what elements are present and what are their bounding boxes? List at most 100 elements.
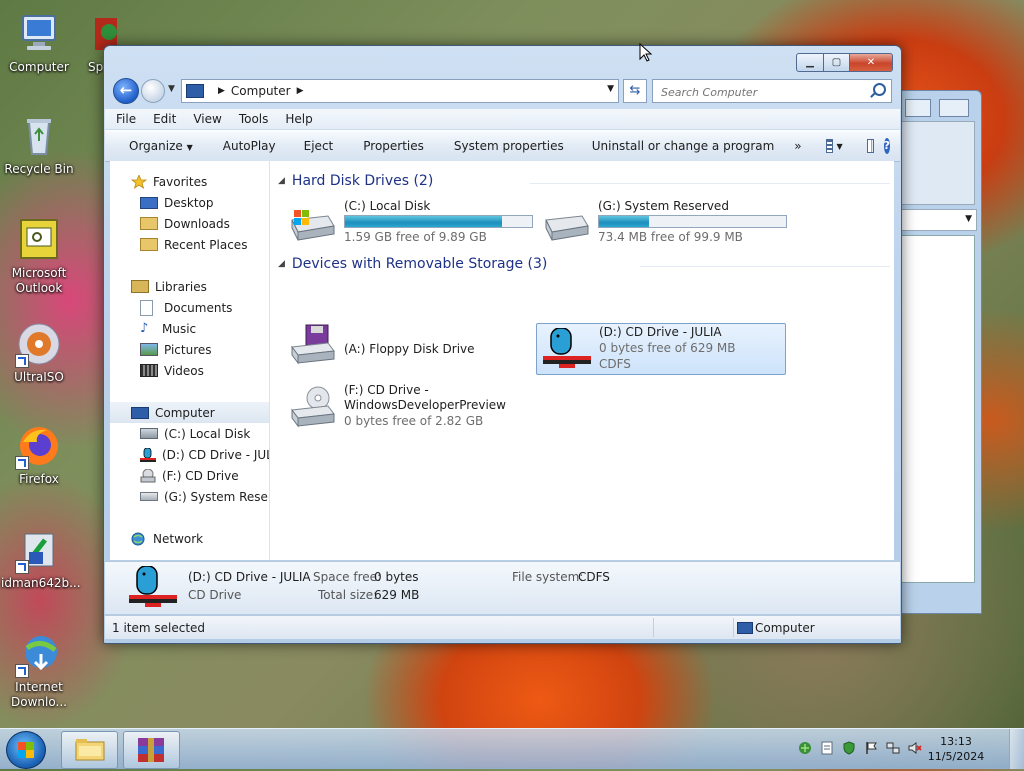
search-box[interactable] [652, 79, 892, 103]
network-connection-icon[interactable] [886, 741, 900, 755]
system-properties-button[interactable]: System properties [436, 139, 576, 153]
autoplay-button[interactable]: AutoPlay [205, 139, 288, 153]
start-button[interactable] [6, 731, 46, 769]
drive-free-space: 1.59 GB free of 9.89 GB [344, 230, 487, 244]
nav-item-pictures[interactable]: Pictures [110, 339, 269, 360]
hard-drive-icon [140, 428, 158, 439]
maximize-icon: ▢ [831, 57, 842, 68]
desktop-icon-label: Recycle Bin [4, 162, 74, 176]
recent-pages-dropdown[interactable]: ▼ [168, 84, 175, 94]
computer-icon [737, 622, 753, 634]
background-window-dropdown[interactable]: ▼ [901, 209, 977, 231]
drive-tile-d-cd-julia[interactable]: (D:) CD Drive - JULIA 0 bytes free of 62… [536, 323, 786, 375]
nav-favorites-group: Favorites Desktop Downloads Recent Place… [110, 171, 269, 255]
preview-pane-icon[interactable] [866, 139, 874, 153]
taskbar-winrar-button[interactable] [123, 731, 180, 769]
nav-item-downloads[interactable]: Downloads [110, 213, 269, 234]
desktop-icon-idm[interactable]: Internet Downlo... [1, 632, 77, 710]
group-header-hard-disk-drives[interactable]: ◢ Hard Disk Drives (2) [278, 173, 433, 189]
desktop-icon-label: UltraISO [14, 370, 64, 384]
clock-time: 13:13 [940, 735, 972, 748]
menu-tools[interactable]: Tools [239, 112, 269, 126]
maximize-icon[interactable] [905, 99, 931, 117]
documents-icon [140, 299, 153, 316]
network-status-icon[interactable] [798, 741, 812, 755]
drive-tile-g-system-reserved[interactable]: (G:) System Reserved 73.4 MB free of 99.… [536, 198, 787, 248]
drive-usage-fill [599, 216, 650, 227]
nav-item-cd-drive-d[interactable]: (D:) CD Drive - JULIA [110, 444, 269, 465]
address-bar[interactable]: ▶ Computer ▶ ▼ [181, 79, 619, 103]
menu-edit[interactable]: Edit [153, 112, 176, 126]
chevron-down-icon[interactable]: ▼ [837, 142, 843, 151]
details-total-size-value: 629 MB [374, 588, 420, 602]
menu-help[interactable]: Help [285, 112, 312, 126]
shield-icon[interactable] [842, 741, 856, 755]
nav-item-local-disk-c[interactable]: (C:) Local Disk [110, 423, 269, 444]
change-view-icon[interactable] [825, 139, 833, 153]
flag-icon[interactable] [864, 741, 878, 755]
back-button[interactable]: ← [113, 78, 139, 104]
nav-libraries[interactable]: Libraries [110, 276, 269, 297]
cd-drive-icon [288, 386, 336, 428]
clock-date: 11/5/2024 [927, 750, 985, 763]
menu-file[interactable]: File [116, 112, 136, 126]
nav-item-music[interactable]: ♪ Music [110, 318, 269, 339]
desktop-icon-computer[interactable]: Computer [1, 12, 77, 75]
drive-tile-c-local-disk[interactable]: (C:) Local Disk 1.59 GB free of 9.89 GB [282, 198, 533, 248]
close-button[interactable]: ✕ [850, 53, 893, 72]
organize-button[interactable]: Organize ▼ [105, 139, 205, 153]
chevron-down-icon[interactable]: ▼ [607, 84, 614, 94]
forward-button[interactable] [141, 79, 165, 103]
volume-muted-icon[interactable] [908, 741, 922, 755]
properties-button[interactable]: Properties [345, 139, 436, 153]
eject-button[interactable]: Eject [288, 139, 346, 153]
breadcrumb-arrow-icon[interactable]: ▶ [297, 86, 304, 96]
nav-item-recent-places[interactable]: Recent Places [110, 234, 269, 255]
desktop-icon-firefox[interactable]: Firefox [1, 424, 77, 487]
collapse-triangle-icon[interactable]: ◢ [278, 176, 285, 186]
nav-item-system-reserved-g[interactable]: (G:) System Reserved [110, 486, 269, 507]
minimize-button[interactable]: ▁ [796, 53, 824, 72]
close-icon[interactable] [939, 99, 969, 117]
firefox-icon [15, 424, 61, 470]
desktop-icon-idman[interactable]: idman642b... [1, 528, 81, 591]
taskbar-clock[interactable]: 13:13 11/5/2024 [926, 734, 986, 764]
explorer-window[interactable]: ▁ ▢ ✕ ← ▼ ▶ Computer ▶ ▼ ⇆ File Edit Vie… [103, 45, 902, 644]
collapse-triangle-icon[interactable]: ◢ [278, 259, 285, 269]
group-header-removable-storage[interactable]: ◢ Devices with Removable Storage (3) [278, 256, 547, 272]
refresh-button[interactable]: ⇆ [623, 79, 647, 103]
nav-network[interactable]: Network [110, 528, 269, 549]
desktop-icon-outlook[interactable]: Microsoft Outlook [1, 218, 77, 296]
desktop-icon-recycle-bin[interactable]: Recycle Bin [1, 114, 77, 177]
taskbar-explorer-button[interactable] [61, 731, 118, 769]
details-space-free-label: Space free: [313, 570, 382, 584]
help-icon[interactable]: ? [883, 138, 890, 154]
nav-item-videos[interactable]: Videos [110, 360, 269, 381]
search-input[interactable] [659, 82, 863, 102]
minimize-icon: ▁ [806, 57, 814, 68]
maximize-button[interactable]: ▢ [824, 53, 850, 72]
nav-computer[interactable]: Computer [110, 402, 269, 423]
nav-item-cd-drive-f[interactable]: (F:) CD Drive [110, 465, 269, 486]
back-arrow-icon: ← [119, 81, 133, 99]
search-icon[interactable] [873, 83, 886, 96]
nav-favorites[interactable]: Favorites [110, 171, 269, 192]
nav-item-desktop[interactable]: Desktop [110, 192, 269, 213]
star-icon [130, 173, 148, 189]
refresh-icon: ⇆ [629, 83, 641, 98]
document-icon[interactable] [820, 741, 834, 755]
desktop-icon-label: Firefox [19, 472, 59, 486]
background-window[interactable]: ▼ [890, 90, 982, 614]
drive-tile-a-floppy[interactable]: (A:) Floppy Disk Drive [282, 324, 532, 375]
breadcrumb-arrow-icon[interactable]: ▶ [218, 86, 225, 96]
close-icon: ✕ [866, 57, 876, 68]
shortcut-arrow-icon [15, 560, 29, 574]
desktop-icon-ultraiso[interactable]: UltraISO [1, 322, 77, 385]
breadcrumb-computer[interactable]: Computer [231, 84, 291, 98]
more-commands-button[interactable]: » [786, 139, 813, 153]
show-desktop-button[interactable] [1009, 729, 1024, 769]
nav-item-documents[interactable]: Documents [110, 297, 269, 318]
uninstall-program-button[interactable]: Uninstall or change a program [576, 139, 787, 153]
menu-view[interactable]: View [193, 112, 221, 126]
drive-tile-f-cd-drive[interactable]: (F:) CD Drive - WindowsDeveloperPreview … [282, 382, 532, 438]
